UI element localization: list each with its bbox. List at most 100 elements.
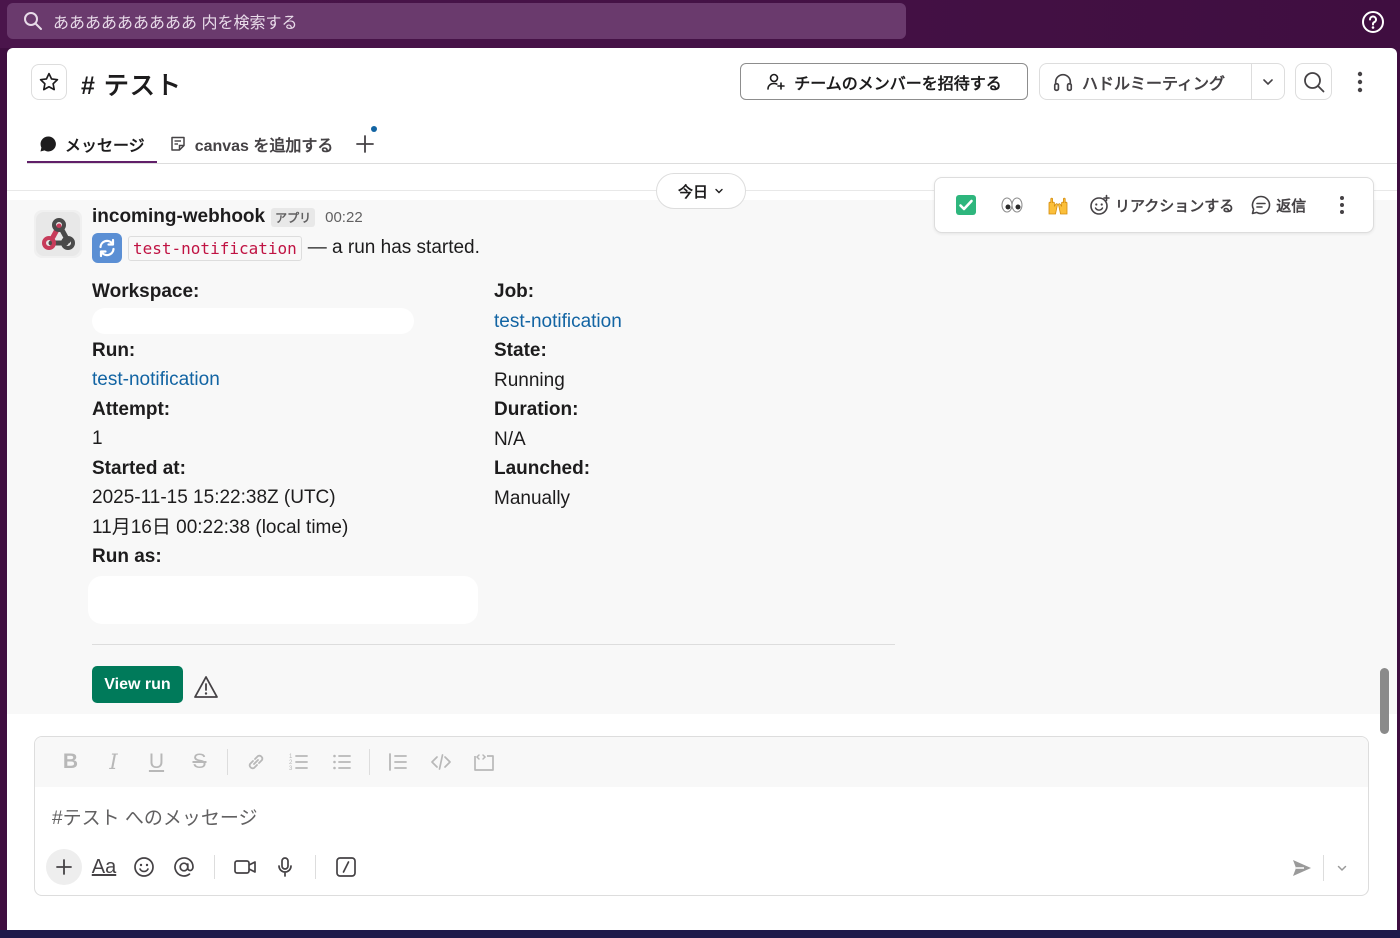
- fields-left-column: Workspace: Run: test-notification Attemp…: [88, 277, 478, 624]
- sender-name[interactable]: incoming-webhook: [92, 206, 265, 228]
- formatting-toolbar: B I U S 123: [35, 737, 1368, 787]
- channel-panel: # テスト チームのメンバーを招待する ハドルミーティング メッセージ canv…: [7, 48, 1397, 930]
- channel-search-button[interactable]: [1295, 63, 1332, 100]
- inline-code: test-notification: [128, 235, 302, 261]
- strikethrough-icon: S: [192, 750, 207, 773]
- reply-label: 返信: [1276, 197, 1307, 215]
- bold-icon: B: [62, 750, 79, 773]
- react-eyes-button[interactable]: [991, 187, 1033, 223]
- kebab-menu-icon: [1357, 71, 1363, 93]
- send-icon: [1293, 860, 1311, 876]
- attach-button[interactable]: [46, 849, 82, 885]
- code-button[interactable]: [419, 747, 462, 777]
- underline-button[interactable]: U: [135, 747, 178, 777]
- attachment-divider: [92, 644, 895, 645]
- tab-messages[interactable]: メッセージ: [27, 123, 157, 164]
- react-check-button[interactable]: [945, 187, 987, 223]
- ordered-list-icon: 123: [289, 754, 308, 772]
- star-button[interactable]: [31, 64, 67, 100]
- bold-button[interactable]: B: [49, 747, 92, 777]
- view-run-button[interactable]: View run: [92, 666, 183, 703]
- plus-icon: [56, 859, 72, 875]
- video-clip-button[interactable]: [227, 849, 263, 885]
- canvas-icon: [170, 136, 185, 151]
- message: incoming-webhook アプリ 00:22 test-notifica…: [92, 206, 912, 263]
- more-options-button[interactable]: [1347, 64, 1373, 100]
- raised-hands-emoji-icon: [1048, 197, 1068, 215]
- message-header: incoming-webhook アプリ 00:22: [92, 206, 912, 228]
- microphone-icon: [278, 857, 292, 877]
- emoji-button[interactable]: [126, 849, 162, 885]
- italic-button[interactable]: I: [92, 747, 135, 777]
- check-mark-emoji-icon: [956, 195, 976, 215]
- warning-icon[interactable]: [193, 674, 219, 700]
- scrollbar-thumb[interactable]: [1380, 668, 1389, 734]
- message-timestamp[interactable]: 00:22: [325, 209, 363, 226]
- code-icon: [430, 754, 451, 770]
- formatting-toggle-button[interactable]: Aa: [86, 849, 122, 885]
- bulleted-list-button[interactable]: [320, 747, 363, 777]
- blockquote-icon: [388, 753, 407, 771]
- schedule-send-dropdown[interactable]: [1329, 851, 1355, 885]
- underline-icon: U: [148, 750, 165, 773]
- started-label: Started at:: [92, 457, 186, 479]
- add-tab-button[interactable]: [345, 123, 385, 164]
- toolbar-separator: [315, 855, 316, 879]
- duration-label: Duration:: [494, 399, 579, 420]
- slash-command-button[interactable]: [328, 849, 364, 885]
- date-divider-pill[interactable]: 今日: [656, 173, 746, 209]
- strikethrough-button[interactable]: S: [178, 747, 221, 777]
- link-button[interactable]: [234, 747, 277, 777]
- toolbar-separator: [369, 749, 370, 775]
- search-icon: [23, 11, 43, 31]
- add-reaction-label: リアクションする: [1115, 197, 1235, 215]
- plus-icon: [356, 134, 375, 153]
- help-icon[interactable]: [1361, 10, 1385, 34]
- duration-value: N/A: [494, 428, 526, 450]
- search-placeholder: あああああああああ 内を検索する: [53, 15, 298, 32]
- audio-clip-button[interactable]: [267, 849, 303, 885]
- message-text: — a run has started.: [307, 237, 480, 258]
- blockquote-button[interactable]: [376, 747, 419, 777]
- mention-button[interactable]: [166, 849, 202, 885]
- state-label: State:: [494, 340, 547, 361]
- reply-in-thread-button[interactable]: 返信: [1244, 187, 1312, 223]
- link-icon: [248, 754, 263, 770]
- launched-label: Launched:: [494, 458, 591, 479]
- search-bar[interactable]: あああああああああ 内を検索する: [7, 3, 906, 39]
- send-separator: [1323, 855, 1324, 881]
- message-composer: B I U S 123 #テスト へのメッセージ Aa: [34, 736, 1369, 896]
- fields-right-column: Job: test-notification State: Running Du…: [494, 277, 874, 513]
- send-button[interactable]: [1285, 851, 1319, 885]
- attempt-value: 1: [92, 428, 103, 449]
- message-bubble-icon: [40, 135, 56, 151]
- headphones-icon: [1053, 73, 1073, 91]
- tab-add-canvas[interactable]: canvas を追加する: [157, 123, 346, 164]
- invite-members-button[interactable]: チームのメンバーを招待する: [740, 63, 1028, 100]
- eyes-emoji-icon: [1001, 197, 1023, 213]
- add-reaction-button[interactable]: リアクションする: [1083, 187, 1240, 223]
- code-block-button[interactable]: [462, 747, 505, 777]
- video-camera-icon: [234, 860, 256, 874]
- invite-label: チームのメンバーを招待する: [794, 75, 1002, 93]
- avatar[interactable]: [34, 210, 82, 258]
- text-format-icon: Aa: [91, 855, 117, 878]
- job-link[interactable]: test-notification: [494, 307, 874, 337]
- huddle-button[interactable]: ハドルミーティング: [1040, 64, 1253, 99]
- huddle-dropdown[interactable]: [1252, 75, 1284, 89]
- channel-title[interactable]: # テスト: [81, 66, 182, 102]
- run-link[interactable]: test-notification: [92, 365, 472, 395]
- ordered-list-button[interactable]: 123: [277, 747, 320, 777]
- composer-input[interactable]: #テスト へのメッセージ: [52, 803, 257, 830]
- sync-arrows-icon: [92, 233, 122, 263]
- composer-tools: Aa: [46, 849, 364, 885]
- code-block-icon: [473, 754, 494, 771]
- thread-reply-icon: [1251, 195, 1271, 215]
- state-value: Running: [494, 369, 565, 391]
- svg-text:3: 3: [289, 766, 293, 772]
- header-divider: [27, 163, 1397, 164]
- at-sign-icon: [174, 857, 194, 877]
- react-raised-hands-button[interactable]: [1037, 187, 1079, 223]
- more-actions-button[interactable]: [1322, 187, 1362, 223]
- chevron-down-icon: [1263, 78, 1273, 85]
